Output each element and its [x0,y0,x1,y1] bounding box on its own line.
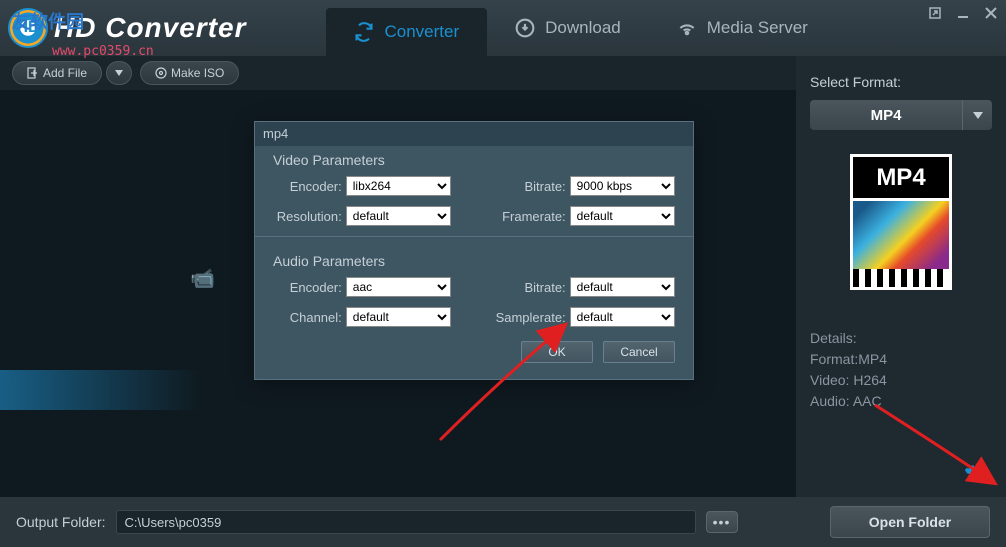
output-folder-input[interactable] [116,510,696,534]
open-folder-button[interactable]: Open Folder [830,506,990,538]
audio-bitrate-label: Bitrate: [493,280,566,295]
format-thumbnail: MP4 [850,154,952,290]
tab-label: Media Server [707,18,808,38]
disc-icon [155,67,167,79]
video-framerate-select[interactable]: default [570,206,675,226]
make-iso-button[interactable]: Make ISO [140,61,239,85]
cn-watermark: 友软件园 [12,8,84,34]
close-icon[interactable] [984,6,998,20]
output-folder-label: Output Folder: [16,514,106,530]
audio-channel-select[interactable]: default [346,307,451,327]
thumb-label: MP4 [850,154,952,198]
main-tabs: Converter Download Media Server [326,0,835,56]
minimize-icon[interactable] [956,6,970,20]
select-format-label: Select Format: [810,74,992,90]
download-icon [515,18,535,38]
video-bitrate-select[interactable]: 9000 kbps [570,176,675,196]
ok-button[interactable]: OK [521,341,593,363]
titlebar: 友软件园 HD HD Converter www.pc0359.cn Conve… [0,0,1006,56]
footer: Output Folder: ••• Open Folder [0,497,1006,547]
add-file-button[interactable]: Add File [12,61,102,85]
tab-download[interactable]: Download [487,0,649,56]
tab-label: Download [545,18,621,38]
audio-samplerate-label: Samplerate: [493,310,566,325]
add-file-icon [27,67,39,79]
detail-audio: Audio: AAC [810,391,992,412]
video-framerate-label: Framerate: [493,209,566,224]
parameters-dialog: mp4 Video Parameters Encoder: libx264 Bi… [254,121,694,380]
audio-bitrate-select[interactable]: default [570,277,675,297]
add-file-label: Add File [43,66,87,80]
dialog-title: mp4 [255,122,693,146]
dialog-separator [255,236,693,237]
background-glow [0,370,200,410]
video-resolution-select[interactable]: default [346,206,451,226]
refresh-icon [354,22,374,42]
camera-icon: 📹 [190,266,215,291]
thumb-image [850,198,952,290]
make-iso-label: Make ISO [171,66,224,80]
chevron-down-icon [973,112,983,119]
video-encoder-label: Encoder: [273,179,342,194]
chevron-down-icon [115,70,123,76]
cancel-button[interactable]: Cancel [603,341,675,363]
details-label: Details: [810,328,992,349]
audio-encoder-select[interactable]: aac [346,277,451,297]
detail-video: Video: H264 [810,370,992,391]
video-encoder-select[interactable]: libx264 [346,176,451,196]
video-resolution-label: Resolution: [273,209,342,224]
url-watermark: www.pc0359.cn [52,44,154,59]
browse-button[interactable]: ••• [706,511,738,533]
sidebar: Select Format: MP4 MP4 Details: Format:M… [796,56,1006,497]
audio-channel-label: Channel: [273,310,342,325]
format-dropdown[interactable]: MP4 [810,100,992,130]
audio-section-title: Audio Parameters [273,247,675,277]
video-bitrate-label: Bitrate: [493,179,566,194]
add-file-dropdown[interactable] [106,61,132,85]
details-panel: Details: Format:MP4 Video: H264 Audio: A… [810,328,992,412]
popout-icon[interactable] [928,6,942,20]
video-section-title: Video Parameters [273,146,675,176]
tab-label: Converter [384,22,459,42]
tab-media-server[interactable]: Media Server [649,0,836,56]
settings-gear-icon[interactable] [964,463,984,483]
format-dropdown-arrow[interactable] [962,100,992,130]
wifi-icon [677,18,697,38]
audio-encoder-label: Encoder: [273,280,342,295]
detail-format: Format:MP4 [810,349,992,370]
logo-area: 友软件园 HD HD Converter www.pc0359.cn [0,8,246,48]
audio-samplerate-select[interactable]: default [570,307,675,327]
tab-converter[interactable]: Converter [326,8,487,56]
window-controls [928,6,998,20]
format-value[interactable]: MP4 [810,100,962,130]
